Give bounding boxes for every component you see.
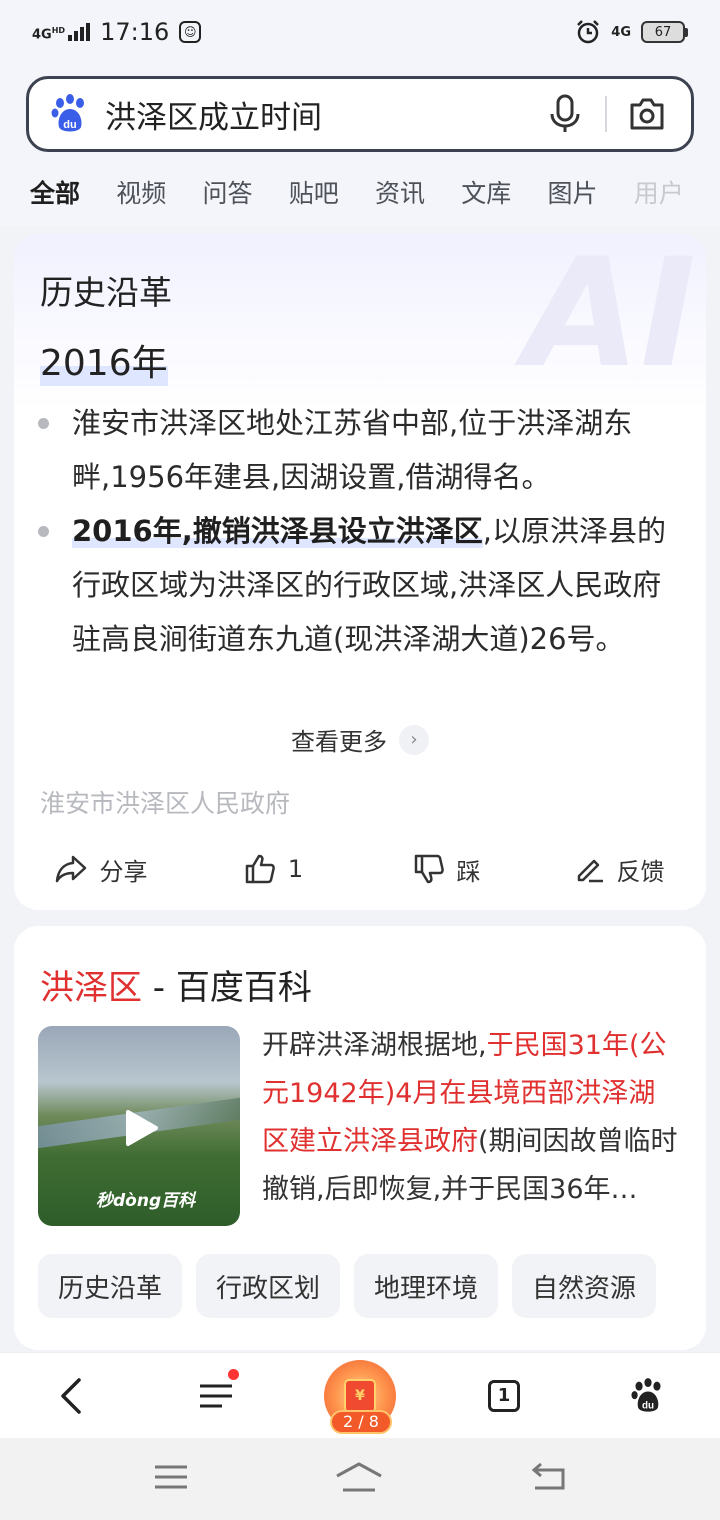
notification-dot — [228, 1368, 239, 1380]
tab-qa[interactable]: 问答 — [203, 174, 289, 210]
tab-video[interactable]: 视频 — [116, 174, 202, 210]
like-button[interactable]: 1 — [187, 844, 360, 894]
share-label: 分享 — [99, 857, 148, 886]
dislike-button[interactable]: 踩 — [360, 844, 533, 894]
ai-bullet-2-highlight[interactable]: 2016年,撤销洪泽县设立洪泽区 — [72, 514, 483, 548]
search-divider — [605, 96, 607, 132]
reward-progress: 2 / 8 — [330, 1409, 392, 1434]
baidu-paw-icon: du — [631, 1377, 661, 1412]
view-more-label: 查看更多 — [291, 728, 387, 756]
baike-snippet-text-1: 开辟洪泽湖根据地, — [262, 1030, 487, 1061]
tab-tieba[interactable]: 贴吧 — [289, 174, 375, 210]
share-button[interactable]: 分享 — [14, 844, 187, 894]
notification-app-icon: ☺ — [179, 21, 202, 43]
source-link[interactable]: 淮安市洪泽区人民政府 — [40, 784, 290, 820]
ai-card-actions: 分享 1 踩 反馈 — [14, 844, 706, 894]
chip-history[interactable]: 历史沿革 — [38, 1254, 183, 1318]
image-search-button[interactable] — [621, 88, 673, 140]
battery-icon: 67 — [641, 21, 688, 43]
system-back-icon — [532, 1462, 565, 1490]
baidu-paw-icon: du — [51, 94, 84, 132]
baike-title-link[interactable]: 洪泽区 - 百度百科 — [40, 960, 312, 1009]
browser-bottom-bar: ¥ 2 / 8 1 du — [0, 1352, 720, 1438]
system-navigation-bar — [0, 1438, 720, 1520]
ai-answer-card: AI 历史沿革 2016年 淮安市洪泽区地处江苏省中部,位于洪泽湖东畔,1956… — [14, 234, 706, 910]
ai-bullet-2: 2016年,撤销洪泽县设立洪泽区,以原洪泽县的行政区域为洪泽区的行政区域,洪泽区… — [38, 504, 682, 666]
thumbs-down-icon — [414, 854, 444, 884]
baike-video-thumbnail[interactable]: 秒dòng百科 — [38, 1026, 240, 1226]
tab-all[interactable]: 全部 — [30, 174, 116, 210]
clock: 17:16 — [100, 18, 170, 46]
search-tabs: 全部 视频 问答 贴吧 资讯 文库 图片 用户 — [0, 162, 720, 222]
tab-wenku[interactable]: 文库 — [461, 174, 547, 210]
camera-icon — [630, 98, 664, 130]
feedback-button[interactable]: 反馈 — [533, 844, 706, 894]
chip-geography[interactable]: 地理环境 — [354, 1254, 499, 1318]
svg-text:du: du — [642, 1400, 654, 1411]
svg-text:du: du — [63, 119, 76, 131]
system-back-button[interactable] — [529, 1462, 567, 1496]
search-header: du 洪泽区成立时间 全部 视频 问答 贴吧 资讯 文库 图片 用户 — [0, 64, 720, 226]
search-box[interactable]: du 洪泽区成立时间 — [26, 76, 694, 152]
baike-snippet: 开辟洪泽湖根据地,于民国31年(公元1942年)4月在县境西部洪泽湖区建立洪泽县… — [262, 1022, 678, 1214]
microphone-icon — [550, 94, 580, 132]
baidu-home-button[interactable]: du — [603, 1361, 693, 1431]
search-input[interactable]: 洪泽区成立时间 — [105, 92, 539, 137]
tabs-button[interactable]: 1 — [459, 1361, 549, 1431]
home-icon — [336, 1462, 382, 1492]
tab-news[interactable]: 资讯 — [375, 174, 461, 210]
tab-images[interactable]: 图片 — [548, 174, 634, 210]
ai-watermark: AI — [524, 234, 696, 401]
baike-title-suffix: - 百度百科 — [142, 968, 312, 1008]
ai-card-title: 历史沿革 — [40, 273, 172, 312]
menu-button[interactable] — [171, 1361, 261, 1431]
dislike-label: 踩 — [456, 857, 481, 886]
like-count: 1 — [287, 855, 304, 883]
network-4g-indicator: 4G — [611, 24, 631, 40]
tab-count-icon: 1 — [488, 1379, 520, 1412]
pencil-icon — [577, 859, 603, 883]
reward-envelope: ¥ — [344, 1378, 376, 1413]
view-more-button[interactable]: 查看更多 › — [14, 722, 706, 757]
reward-button[interactable]: ¥ 2 / 8 — [315, 1359, 405, 1434]
baike-title-keyword: 洪泽区 — [40, 968, 142, 1008]
back-button[interactable] — [27, 1361, 117, 1431]
recent-apps-button[interactable] — [153, 1463, 189, 1495]
chip-natural-resources[interactable]: 自然资源 — [512, 1254, 657, 1318]
ai-card-year-heading: 2016年 — [40, 334, 168, 386]
battery-level: 67 — [641, 21, 685, 43]
ai-bullet-1: 淮安市洪泽区地处江苏省中部,位于洪泽湖东畔,1956年建县,因湖设置,借湖得名。 — [38, 396, 682, 504]
status-bar: 4GHD 17:16 ☺ 4G 67 — [0, 0, 720, 64]
home-button[interactable] — [334, 1460, 384, 1498]
menu-icon — [200, 1384, 232, 1407]
play-icon — [126, 1110, 158, 1146]
signal-icon — [68, 23, 91, 41]
tab-users[interactable]: 用户 — [634, 174, 720, 210]
thumbs-up-icon — [245, 854, 275, 884]
network-indicator: 4GHD — [32, 25, 66, 42]
chevron-right-icon: › — [399, 724, 429, 755]
chip-administrative-division[interactable]: 行政区划 — [196, 1254, 341, 1318]
share-icon — [55, 855, 86, 883]
baike-result-card[interactable]: 洪泽区 - 百度百科 秒dòng百科 开辟洪泽湖根据地,于民国31年(公元194… — [14, 926, 706, 1350]
red-envelope-icon: ¥ 2 / 8 — [324, 1359, 396, 1434]
feedback-label: 反馈 — [616, 857, 665, 886]
alarm-icon — [577, 20, 600, 44]
recents-menu-icon — [154, 1465, 187, 1489]
miaodong-baike-logo: 秒dòng百科 — [96, 1191, 196, 1211]
voice-search-button[interactable] — [539, 88, 591, 140]
baike-section-chips: 历史沿革 行政区划 地理环境 自然资源 — [38, 1254, 657, 1318]
back-arrow-icon — [61, 1377, 81, 1414]
